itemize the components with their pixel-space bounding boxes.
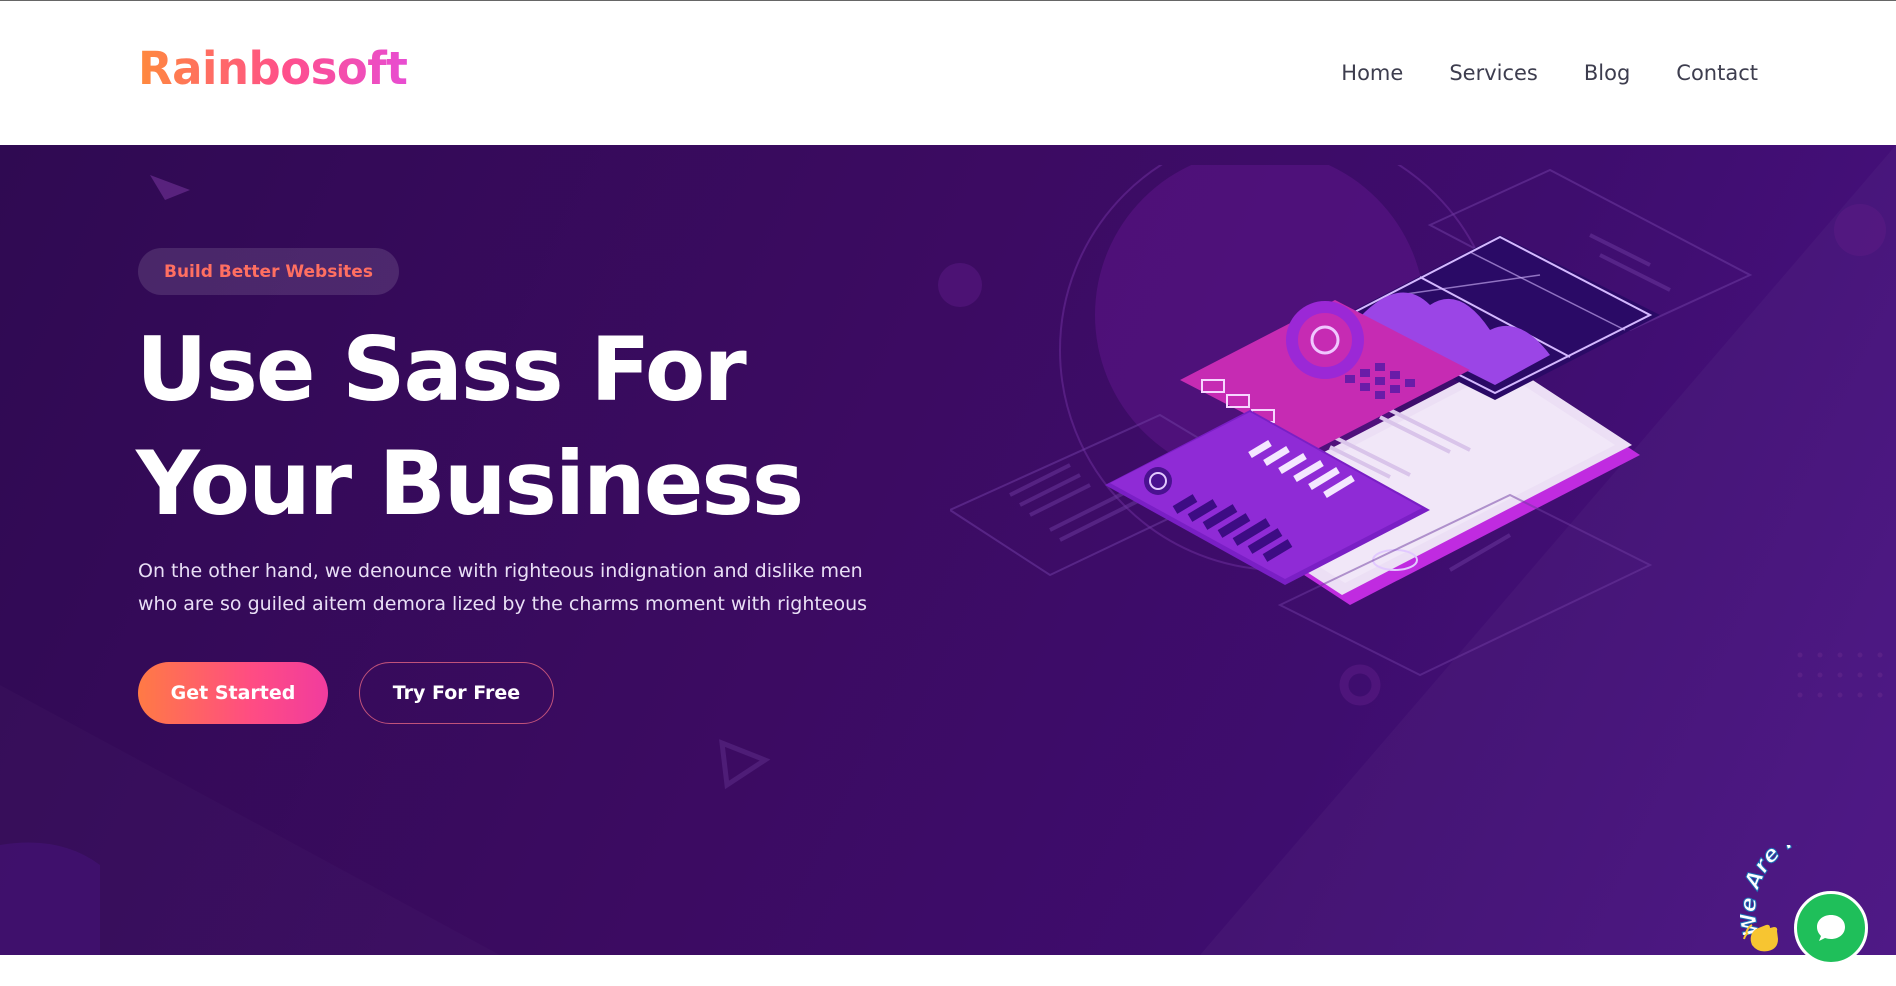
- nav-home-link[interactable]: Home: [1341, 53, 1403, 93]
- try-for-free-button[interactable]: Try For Free: [359, 662, 554, 724]
- get-started-button[interactable]: Get Started: [138, 662, 328, 724]
- hero-description-line2: who are so guiled aitem demora lized by …: [138, 593, 868, 615]
- isometric-dashboard-illustration: [950, 165, 1753, 677]
- chat-widget: We Are Here!: [1740, 845, 1896, 975]
- hero-headline-line1: Use Sass For: [136, 318, 747, 421]
- main-nav: Home Services Blog Contact: [1341, 53, 1758, 93]
- hero-headline-line2: Your Business: [136, 432, 804, 535]
- nav-services-link[interactable]: Services: [1449, 53, 1538, 93]
- nav-blog-link[interactable]: Blog: [1584, 53, 1630, 93]
- hero-description: On the other hand, we denounce with righ…: [138, 555, 918, 621]
- hero-section: Build Better Websites Use Sass For Your …: [0, 145, 1896, 955]
- chat-open-button[interactable]: [1794, 891, 1868, 965]
- chat-bubble-icon: [1817, 915, 1845, 941]
- hero-badge: Build Better Websites: [138, 248, 399, 295]
- triangle-decoration-icon: [719, 739, 771, 790]
- hero-description-line1: On the other hand, we denounce with righ…: [138, 560, 863, 582]
- paper-plane-icon: [150, 175, 190, 200]
- nav-contact-link[interactable]: Contact: [1676, 53, 1758, 93]
- page-bottom-strip: [0, 955, 1896, 986]
- site-header: Rainbosoft Home Services Blog Contact: [0, 1, 1896, 145]
- waving-hand-icon: [1743, 924, 1778, 952]
- brand-logo[interactable]: Rainbosoft: [138, 39, 408, 99]
- hero-headline: Use Sass For Your Business: [136, 313, 896, 541]
